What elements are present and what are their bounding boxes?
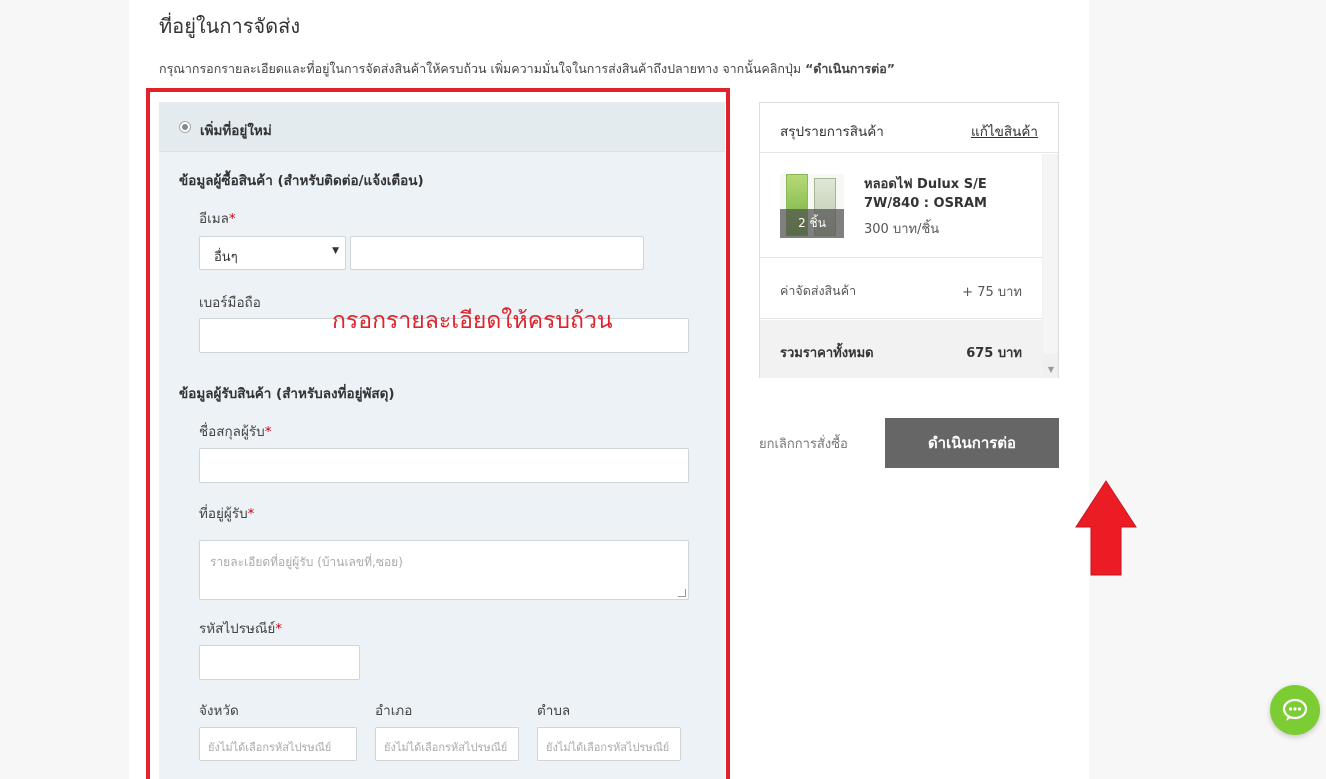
description-text: กรุณากรอกรายละเอียดและที่อยู่ในการจัดส่ง…: [159, 61, 806, 76]
scroll-down-icon[interactable]: ▼: [1048, 365, 1054, 374]
product-price: 300 บาท/ชิ้น: [864, 222, 940, 237]
form-highlight-outline: [146, 88, 730, 779]
order-summary: สรุปรายการสินค้า แก้ไขสินค้า 2 ชิ้น หลอด…: [759, 102, 1059, 378]
total-row: รวมราคาทั้งหมด 675 บาท: [760, 320, 1042, 378]
continue-button[interactable]: ดำเนินการต่อ: [885, 418, 1059, 468]
quantity-badge: 2 ชิ้น: [780, 209, 844, 238]
total-label: รวมราคาทั้งหมด: [780, 346, 874, 361]
summary-header: สรุปรายการสินค้า แก้ไขสินค้า: [760, 103, 1058, 153]
product-name: หลอดไฟ Dulux S/E 7W/840 : OSRAM: [864, 177, 987, 211]
arrow-up-icon: [1075, 480, 1137, 576]
cancel-order-link[interactable]: ยกเลิกการสั่งซื้อ: [759, 433, 848, 454]
product-image: 2 ชิ้น: [780, 174, 844, 238]
shipping-value: + 75 บาท: [962, 285, 1022, 300]
product-item: 2 ชิ้น หลอดไฟ Dulux S/E 7W/840 : OSRAM 3…: [760, 154, 1042, 258]
checkout-page: ที่อยู่ในการจัดส่ง กรุณากรอกรายละเอียดแล…: [129, 0, 1137, 779]
shipping-label: ค่าจัดส่งสินค้า: [780, 283, 857, 298]
shipping-row: ค่าจัดส่งสินค้า + 75 บาท: [760, 259, 1042, 319]
page-description: กรุณากรอกรายละเอียดและที่อยู่ในการจัดส่ง…: [159, 59, 895, 79]
chat-bubble-icon: [1282, 698, 1308, 721]
scrollbar-thumb[interactable]: [1043, 154, 1057, 354]
description-button-ref: “ดำเนินการต่อ”: [805, 61, 895, 76]
annotation-text: กรอกรายละเอียดให้ครบถ้วน: [332, 308, 613, 334]
page-title: ที่อยู่ในการจัดส่ง: [159, 14, 301, 38]
summary-scrollbar[interactable]: ▼: [1042, 154, 1058, 378]
total-value: 675 บาท: [966, 346, 1022, 361]
edit-products-link[interactable]: แก้ไขสินค้า: [971, 120, 1038, 142]
summary-scroll-area: 2 ชิ้น หลอดไฟ Dulux S/E 7W/840 : OSRAM 3…: [760, 154, 1058, 378]
chat-button[interactable]: [1270, 685, 1320, 735]
summary-title: สรุปรายการสินค้า: [780, 124, 884, 140]
